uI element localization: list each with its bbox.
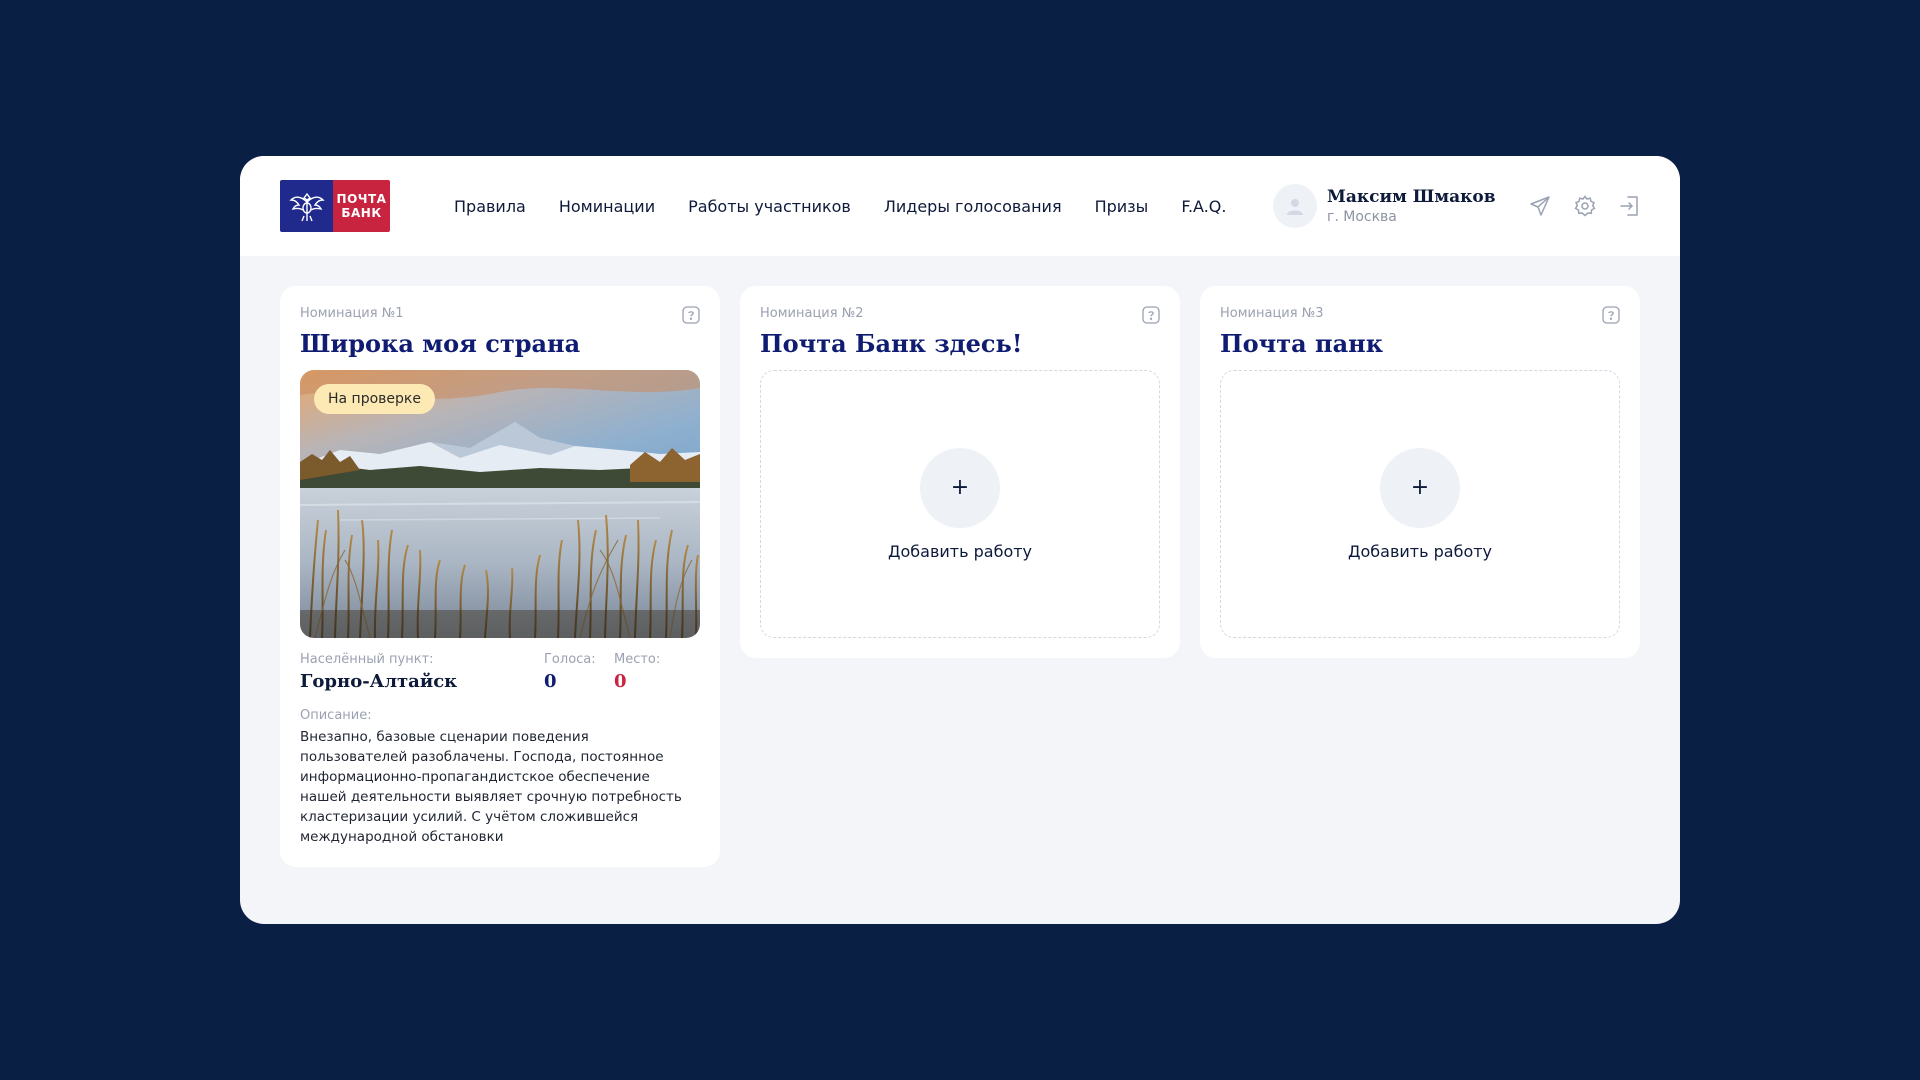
brand-wordmark: ПОЧТА БАНК	[333, 180, 390, 232]
locality-value: Горно-Алтайск	[300, 671, 458, 692]
settings-icon[interactable]	[1573, 194, 1597, 218]
add-work-label[interactable]: Добавить работу	[888, 542, 1032, 561]
votes-block: Голоса: 0	[544, 652, 614, 692]
nomination-title: Почта панк	[1220, 329, 1384, 358]
nomination-label: Номинация №2	[760, 306, 864, 321]
nav-faq[interactable]: F.A.Q.	[1181, 197, 1226, 216]
nomination-card-2: Номинация №2 Почта Банк здесь! + Добавит…	[740, 286, 1180, 658]
brand-line-2: БАНК	[341, 206, 382, 220]
nav-nominations[interactable]: Номинации	[559, 197, 655, 216]
nomination-label: Номинация №1	[300, 306, 404, 321]
locality-label: Населённый пункт:	[300, 652, 434, 667]
eagle-emblem-icon	[280, 180, 333, 232]
add-work-dropzone[interactable]: + Добавить работу	[760, 370, 1160, 638]
status-badge: На проверке	[314, 384, 435, 414]
locality-block: Населённый пункт: Горно-Алтайск	[300, 652, 544, 692]
help-icon[interactable]	[1142, 306, 1160, 324]
nomination-label: Номинация №3	[1220, 306, 1324, 321]
brand-line-1: ПОЧТА	[336, 192, 387, 206]
description-text: Внезапно, базовые сценарии поведения пол…	[300, 729, 682, 845]
app-window: ПОЧТА БАНК Правила Номинации Работы учас…	[240, 156, 1680, 924]
votes-label: Голоса:	[544, 652, 596, 667]
place-label: Место:	[614, 652, 661, 667]
send-icon[interactable]	[1528, 194, 1552, 218]
help-icon[interactable]	[682, 306, 700, 324]
add-work-label[interactable]: Добавить работу	[1348, 542, 1492, 561]
plus-icon[interactable]: +	[920, 447, 1000, 528]
work-meta: Населённый пункт: Горно-Алтайск Голоса: …	[300, 652, 700, 692]
nomination-title: Широка моя страна	[300, 329, 581, 358]
user-name: Максим Шмаков	[1327, 187, 1496, 207]
main-nav: Правила Номинации Работы участников Лиде…	[454, 197, 1226, 216]
add-work-dropzone[interactable]: + Добавить работу	[1220, 370, 1620, 638]
nomination-title: Почта Банк здесь!	[760, 329, 1023, 358]
avatar[interactable]	[1273, 184, 1317, 228]
nav-rules[interactable]: Правила	[454, 197, 526, 216]
nav-prizes[interactable]: Призы	[1095, 197, 1149, 216]
nomination-card-1: Номинация №1 Широка моя страна На провер…	[280, 286, 720, 867]
votes-value: 0	[544, 671, 557, 692]
user-icon	[1287, 199, 1303, 215]
place-block: Место: 0	[614, 652, 660, 692]
place-value: 0	[614, 671, 627, 692]
work-photo[interactable]: На проверке	[300, 370, 700, 638]
help-icon[interactable]	[1602, 306, 1620, 324]
nomination-card-3: Номинация №3 Почта панк + Добавить работ…	[1200, 286, 1640, 658]
brand-logo[interactable]: ПОЧТА БАНК	[280, 180, 390, 232]
nav-voting-leaders[interactable]: Лидеры голосования	[884, 197, 1062, 216]
plus-icon[interactable]: +	[1380, 447, 1460, 528]
header-actions	[1528, 194, 1642, 218]
logout-icon[interactable]	[1618, 194, 1642, 218]
nav-participant-works[interactable]: Работы участников	[688, 197, 851, 216]
user-profile[interactable]: Максим Шмаков г. Москва	[1273, 184, 1496, 228]
header: ПОЧТА БАНК Правила Номинации Работы учас…	[240, 156, 1680, 256]
description-label: Описание:	[300, 708, 372, 723]
user-city: г. Москва	[1327, 209, 1397, 225]
